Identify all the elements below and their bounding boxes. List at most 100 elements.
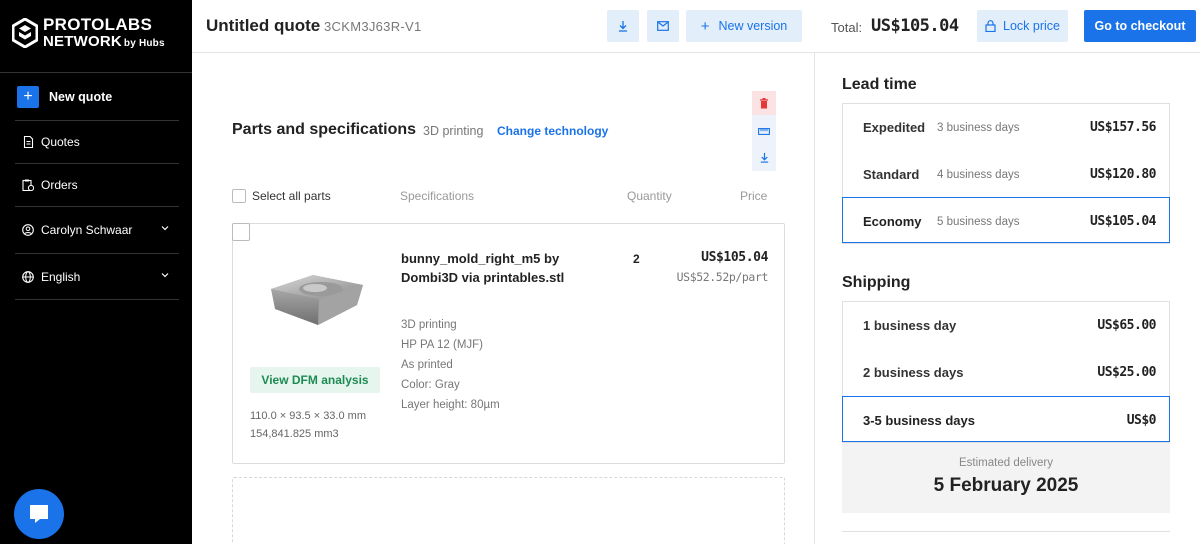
delete-button[interactable] <box>752 91 776 115</box>
option-price: US$120.80 <box>1090 167 1156 182</box>
top-bar: Untitled quote 3CKM3J63R-V1 + New versio… <box>192 0 1200 53</box>
measure-button[interactable] <box>752 119 776 143</box>
lead-time-option-economy[interactable]: Economy 5 business days US$105.04 <box>842 197 1170 243</box>
sidebar-item-label: Orders <box>41 178 78 192</box>
document-icon <box>22 136 34 148</box>
sidebar-separator <box>15 206 179 207</box>
sidebar-item-label: English <box>41 270 81 284</box>
sidebar-separator <box>15 120 179 121</box>
new-version-button[interactable]: + New version <box>686 10 802 42</box>
spec-layer-height: Layer height: 80µm <box>401 399 500 411</box>
protolabs-logo-icon <box>12 17 38 48</box>
part-quantity[interactable]: 2 <box>633 252 640 266</box>
option-price: US$105.04 <box>1090 214 1156 229</box>
lead-time-option-expedited[interactable]: Expedited 3 business days US$157.56 <box>843 104 1169 150</box>
spec-material: HP PA 12 (MJF) <box>401 339 484 351</box>
change-technology-link[interactable]: Change technology <box>497 124 608 138</box>
option-price: US$157.56 <box>1090 120 1156 135</box>
column-price: Price <box>740 189 768 203</box>
part-card: bunny_mold_right_m5 by Dombi3D via print… <box>232 223 785 464</box>
part-dimensions: 110.0 × 93.5 × 33.0 mm <box>250 410 366 422</box>
part-thumbnail[interactable] <box>263 269 373 329</box>
sidebar-divider <box>0 72 192 73</box>
part-dimensions-block: 110.0 × 93.5 × 33.0 mm 154,841.825 mm3 <box>250 407 366 443</box>
lead-time-option-standard[interactable]: Standard 4 business days US$120.80 <box>843 151 1169 197</box>
option-label: Standard <box>863 167 920 182</box>
quote-title[interactable]: Untitled quote <box>206 16 320 36</box>
lead-time-title: Lead time <box>842 76 917 93</box>
column-specifications: Specifications <box>400 189 475 203</box>
chat-bubble-icon <box>30 505 48 523</box>
chevron-down-icon <box>161 226 169 231</box>
option-days: 4 business days <box>937 169 1020 181</box>
summary-panel: Lead time Expedited 3 business days US$1… <box>814 53 1200 544</box>
sidebar: PROTOLABS NETWORK by Hubs + New quote Quo… <box>0 0 192 544</box>
select-all-checkbox[interactable] <box>232 189 246 203</box>
technology-label: 3D printing <box>423 124 484 138</box>
part-actions <box>752 91 776 171</box>
option-label: 3-5 business days <box>863 413 975 428</box>
section-title: Parts and specifications <box>232 121 417 138</box>
chevron-down-icon <box>161 273 169 278</box>
shipping-options: 1 business day US$65.00 2 business days … <box>842 301 1170 443</box>
sidebar-item-language[interactable]: English <box>15 266 179 288</box>
shipping-option-3-5-days[interactable]: 3-5 business days US$0 <box>842 396 1170 442</box>
sidebar-item-label: Carolyn Schwaar <box>41 223 133 237</box>
shipping-option-2-days[interactable]: 2 business days US$25.00 <box>843 349 1169 395</box>
brand-logo[interactable]: PROTOLABS NETWORK by Hubs <box>12 16 165 49</box>
download-icon <box>760 152 768 163</box>
part-price: US$105.04 <box>701 250 768 265</box>
brand-by: by Hubs <box>123 38 165 49</box>
lead-time-options: Expedited 3 business days US$157.56 Stan… <box>842 103 1170 244</box>
upload-dropzone[interactable] <box>232 477 785 544</box>
part-volume: 154,841.825 mm3 <box>250 428 339 440</box>
quote-id: 3CKM3J63R-V1 <box>324 19 422 34</box>
download-part-button[interactable] <box>752 145 776 169</box>
total-value: US$105.04 <box>871 16 959 36</box>
estimated-delivery-date: 5 February 2025 <box>933 475 1079 496</box>
option-price: US$0 <box>1126 413 1157 428</box>
sidebar-separator <box>15 163 179 164</box>
ruler-icon <box>758 127 770 135</box>
download-button[interactable] <box>607 10 639 42</box>
option-label: Expedited <box>863 120 926 135</box>
shipping-title: Shipping <box>842 274 911 291</box>
view-dfm-button[interactable]: View DFM analysis <box>250 367 380 393</box>
clipboard-icon <box>22 179 34 191</box>
brand-line-2: NETWORK <box>43 33 122 50</box>
new-quote-button[interactable]: + New quote <box>15 86 179 108</box>
chat-support-button[interactable] <box>14 489 64 539</box>
plus-icon: + <box>17 86 39 108</box>
download-icon <box>619 21 627 32</box>
sidebar-item-quotes[interactable]: Quotes <box>15 131 179 153</box>
option-price: US$25.00 <box>1097 365 1156 380</box>
sidebar-item-orders[interactable]: Orders <box>15 174 179 196</box>
total-label: Total: <box>831 20 863 35</box>
option-days: 3 business days <box>937 122 1020 134</box>
option-days: 5 business days <box>937 216 1020 228</box>
part-specs[interactable]: 3D printing HP PA 12 (MJF) As printed Co… <box>401 315 500 415</box>
email-button[interactable] <box>647 10 679 42</box>
new-version-label: New version <box>718 19 788 33</box>
lock-icon <box>985 20 996 32</box>
option-label: 2 business days <box>863 365 964 380</box>
spec-finish: As printed <box>401 359 453 371</box>
sidebar-separator <box>15 253 179 254</box>
part-name[interactable]: bunny_mold_right_m5 by Dombi3D via print… <box>401 249 586 287</box>
user-circle-icon <box>22 224 34 236</box>
spec-color: Color: Gray <box>401 379 460 391</box>
sidebar-item-account[interactable]: Carolyn Schwaar <box>15 219 179 241</box>
estimated-delivery-label: Estimated delivery <box>959 457 1053 469</box>
part-checkbox[interactable] <box>232 223 250 241</box>
brand-line-1: PROTOLABS <box>43 15 153 34</box>
mail-icon <box>657 21 669 31</box>
checkout-button[interactable]: Go to checkout <box>1084 10 1196 42</box>
sidebar-separator <box>15 299 179 300</box>
trash-icon <box>760 97 768 108</box>
select-all-label: Select all parts <box>252 189 331 203</box>
sidebar-item-label: Quotes <box>41 135 80 149</box>
lock-price-label: Lock price <box>1003 19 1060 33</box>
lock-price-button[interactable]: Lock price <box>977 10 1068 42</box>
part-unit-price: US$52.52p/part <box>676 270 769 284</box>
shipping-option-1-day[interactable]: 1 business day US$65.00 <box>843 302 1169 348</box>
